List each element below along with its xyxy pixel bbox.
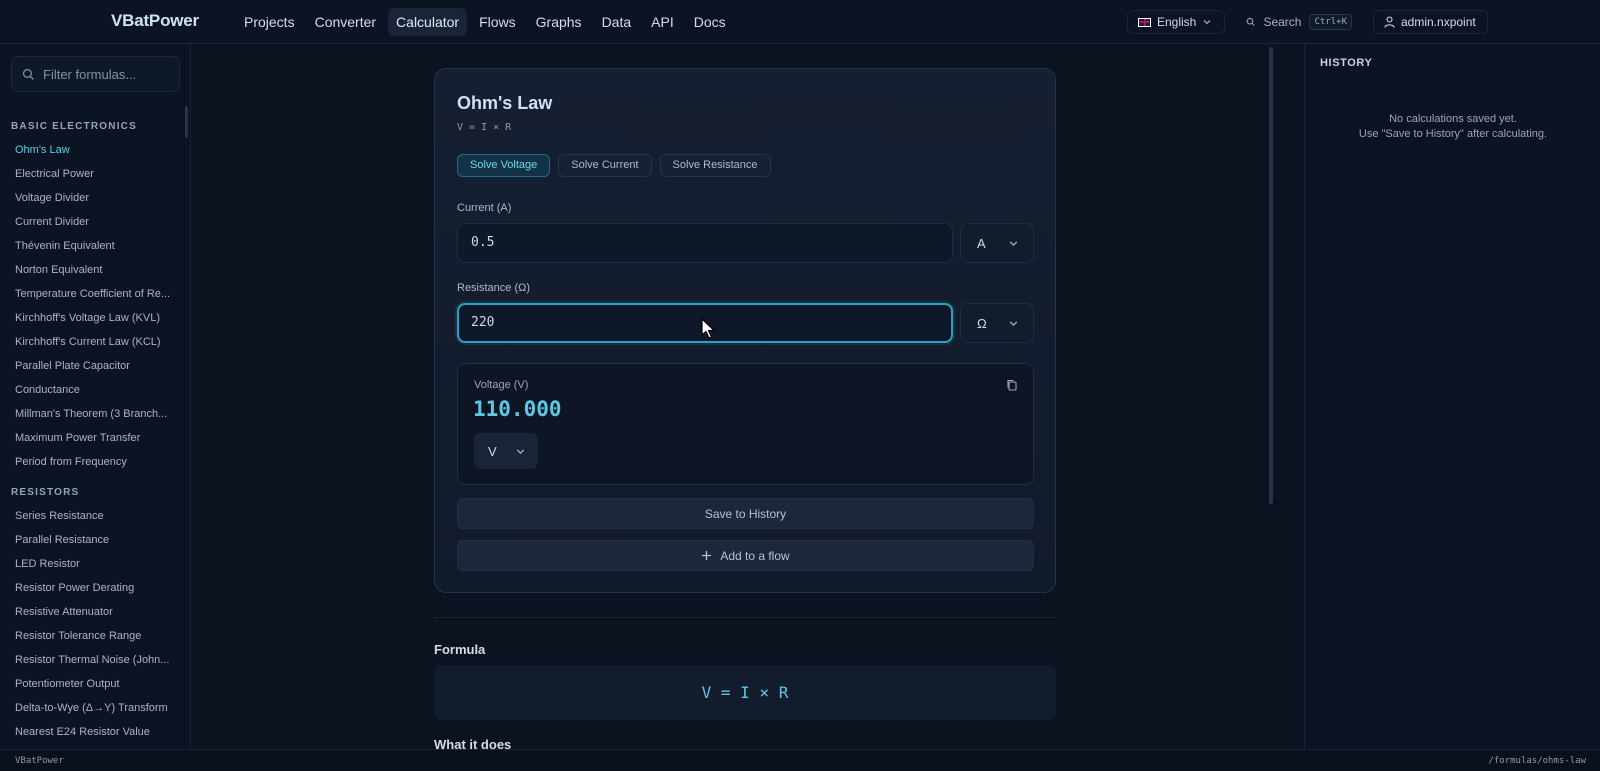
sidebar-item-potentiometer[interactable]: Potentiometer Output	[15, 678, 175, 690]
sidebar-item-led-resistor[interactable]: LED Resistor	[15, 558, 175, 570]
formula-sidebar: Filter formulas... BASIC ELECTRONICS Ohm…	[0, 44, 191, 749]
sidebar-item-parallel-resistance[interactable]: Parallel Resistance	[15, 534, 175, 546]
current-unit-select[interactable]: A	[960, 223, 1034, 263]
result-value: 110.000	[473, 397, 562, 421]
sidebar-item-max-power[interactable]: Maximum Power Transfer	[15, 432, 175, 444]
main-nav: Projects Converter Calculator Flows Grap…	[236, 8, 734, 36]
sidebar-scrollbar[interactable]	[185, 106, 188, 138]
chevron-down-icon	[1009, 320, 1018, 326]
search-icon	[22, 68, 34, 80]
tab-solve-current[interactable]: Solve Current	[558, 154, 652, 177]
result-unit-value: V	[488, 443, 497, 459]
language-select[interactable]: English	[1127, 10, 1225, 34]
nav-converter[interactable]: Converter	[307, 8, 384, 36]
result-panel: Voltage (V) 110.000 V	[457, 363, 1034, 485]
formula-subtitle: V = I × R	[457, 122, 512, 133]
nav-calculator[interactable]: Calculator	[388, 8, 468, 36]
main-scrollbar[interactable]	[1269, 47, 1273, 504]
plus-icon	[702, 551, 712, 560]
nav-docs[interactable]: Docs	[686, 8, 734, 36]
group-title-basic-electronics: BASIC ELECTRONICS	[11, 121, 137, 132]
search-label: Search	[1263, 15, 1302, 29]
sidebar-item-attenuator[interactable]: Resistive Attenuator	[15, 606, 175, 618]
sidebar-item-tolerance[interactable]: Resistor Tolerance Range	[15, 630, 175, 642]
sidebar-item-ohms-law[interactable]: Ohm's Law	[15, 144, 175, 156]
user-icon	[1384, 16, 1395, 28]
brand-logo[interactable]: VBatPower	[111, 11, 199, 31]
solve-tabs: Solve Voltage Solve Current Solve Resist…	[457, 154, 771, 177]
sidebar-item-power-derating[interactable]: Resistor Power Derating	[15, 582, 175, 594]
top-navbar: VBatPower Projects Converter Calculator …	[0, 0, 1600, 44]
sidebar-item-conductance[interactable]: Conductance	[15, 384, 175, 396]
sidebar-item-parallel-plate[interactable]: Parallel Plate Capacitor	[15, 360, 175, 372]
resistance-unit-value: Ω	[977, 315, 987, 331]
uk-flag-icon	[1138, 17, 1151, 27]
history-title: HISTORY	[1320, 57, 1373, 69]
chevron-down-icon	[1203, 20, 1211, 25]
sidebar-item-temp-coefficient[interactable]: Temperature Coefficient of Re...	[15, 288, 175, 300]
current-unit-value: A	[977, 235, 986, 251]
tab-solve-resistance[interactable]: Solve Resistance	[659, 154, 771, 177]
formula-section-title: Formula	[434, 642, 486, 657]
page-title: Ohm's Law	[457, 93, 553, 113]
sidebar-item-period[interactable]: Period from Frequency	[15, 456, 175, 468]
result-unit-select[interactable]: V	[474, 433, 538, 469]
sidebar-item-kvl[interactable]: Kirchhoff's Voltage Law (KVL)	[15, 312, 175, 324]
sidebar-item-electrical-power[interactable]: Electrical Power	[15, 168, 175, 180]
sidebar-item-kcl[interactable]: Kirchhoff's Current Law (KCL)	[15, 336, 175, 348]
history-empty-line-1: No calculations saved yet.	[1389, 113, 1517, 125]
current-label: Current (A)	[457, 202, 512, 214]
status-bar: VBatPower /formulas/ohms-law	[0, 749, 1600, 771]
result-label: Voltage (V)	[474, 379, 529, 391]
nav-projects[interactable]: Projects	[236, 8, 303, 36]
save-to-history-label: Save to History	[704, 506, 787, 521]
sidebar-item-current-divider[interactable]: Current Divider	[15, 216, 175, 228]
nav-data[interactable]: Data	[594, 8, 640, 36]
sidebar-item-thermal-noise[interactable]: Resistor Thermal Noise (John...	[15, 654, 175, 666]
sidebar-item-millman[interactable]: Millman's Theorem (3 Branch...	[15, 408, 175, 420]
sidebar-item-voltage-divider[interactable]: Voltage Divider	[15, 192, 175, 204]
status-route: /formulas/ohms-law	[1488, 756, 1586, 766]
status-app-name: VBatPower	[15, 756, 64, 766]
history-empty-line-2: Use "Save to History" after calculating.	[1358, 128, 1548, 140]
sidebar-item-e24[interactable]: Nearest E24 Resistor Value	[15, 726, 175, 738]
history-empty-message: No calculations saved yet. Use "Save to …	[1305, 112, 1600, 142]
mouse-cursor-icon	[701, 318, 715, 339]
resistance-unit-select[interactable]: Ω	[960, 303, 1034, 343]
chevron-down-icon	[516, 448, 525, 454]
search-button[interactable]: Search Ctrl+K	[1238, 10, 1360, 34]
sidebar-item-norton[interactable]: Norton Equivalent	[15, 264, 175, 276]
group-title-resistors: RESISTORS	[11, 487, 80, 498]
formula-display: V = I × R	[434, 665, 1056, 720]
search-shortcut: Ctrl+K	[1309, 14, 1352, 30]
chevron-down-icon	[1009, 240, 1018, 246]
save-to-history-button[interactable]: Save to History	[457, 498, 1034, 529]
search-icon	[1246, 17, 1255, 26]
tab-solve-voltage[interactable]: Solve Voltage	[457, 154, 551, 177]
filter-input[interactable]: Filter formulas...	[11, 56, 180, 92]
add-to-flow-label: Add to a flow	[720, 548, 790, 563]
section-divider	[434, 617, 1056, 618]
filter-placeholder: Filter formulas...	[43, 66, 137, 82]
calculator-card: Ohm's Law V = I × R Solve Voltage Solve …	[434, 68, 1056, 593]
language-label: English	[1157, 15, 1197, 29]
sidebar-item-series-resistance[interactable]: Series Resistance	[15, 510, 175, 522]
sidebar-item-delta-wye[interactable]: Delta-to-Wye (Δ→Y) Transform	[15, 702, 175, 714]
nav-api[interactable]: API	[643, 8, 682, 36]
user-name: admin.nxpoint	[1401, 15, 1476, 29]
resistance-label: Resistance (Ω)	[457, 282, 531, 294]
current-input[interactable]: 0.5	[457, 223, 953, 263]
history-panel: HISTORY No calculations saved yet. Use "…	[1304, 44, 1600, 749]
copy-icon[interactable]	[1005, 378, 1019, 392]
nav-flows[interactable]: Flows	[471, 8, 524, 36]
sidebar-item-thevenin[interactable]: Thévenin Equivalent	[15, 240, 175, 252]
add-to-flow-button[interactable]: Add to a flow	[457, 540, 1034, 571]
user-menu[interactable]: admin.nxpoint	[1373, 10, 1488, 34]
nav-graphs[interactable]: Graphs	[528, 8, 590, 36]
